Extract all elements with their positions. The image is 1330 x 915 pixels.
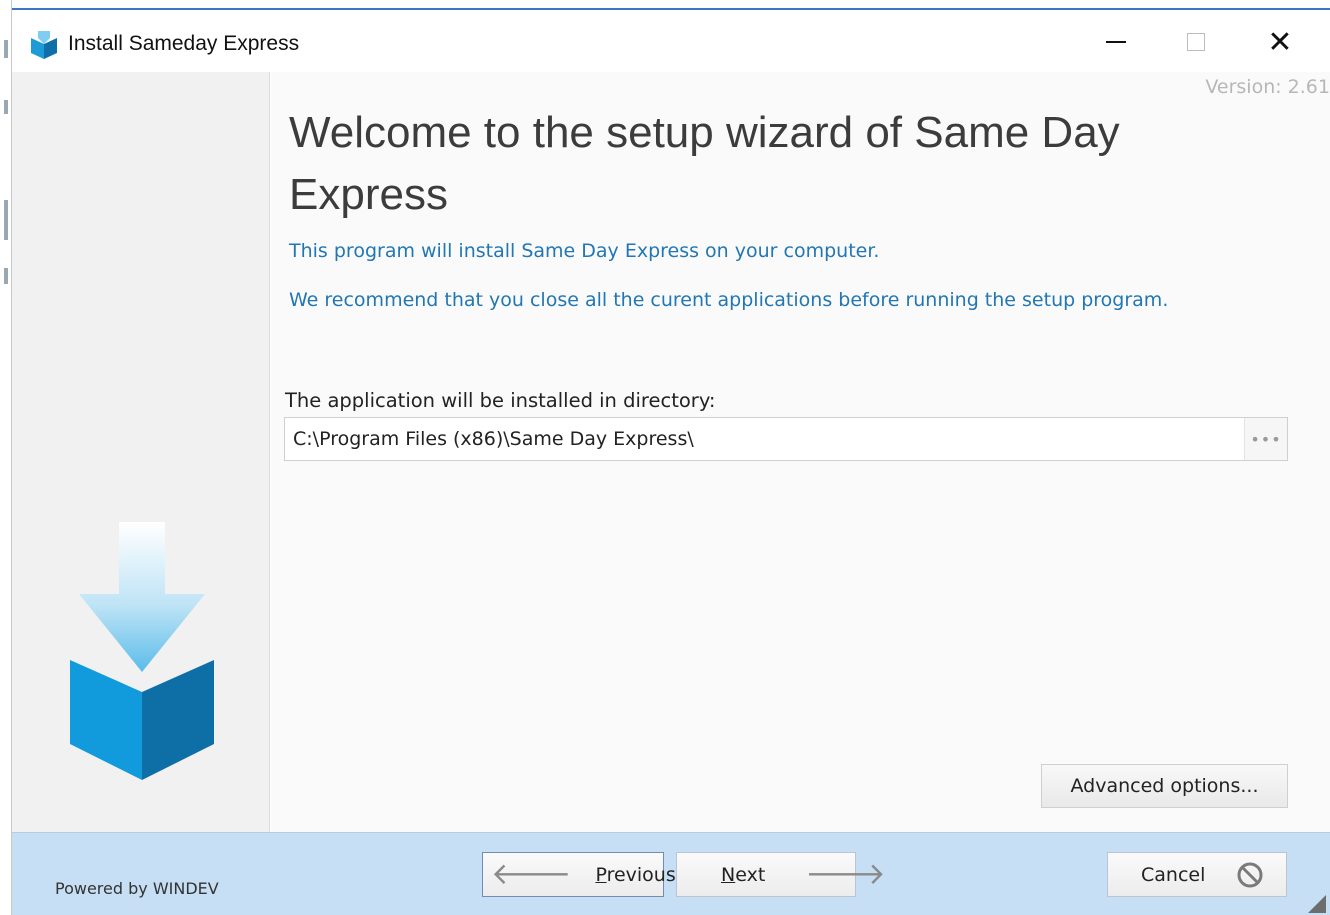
close-button[interactable]: ✕ [1240,20,1320,64]
maximize-icon [1187,33,1205,51]
window-title: Install Sameday Express [68,32,300,55]
advanced-options-button[interactable]: Advanced options... [1041,764,1288,808]
edge-mark [4,200,8,240]
version-label: Version: 2.61 [1205,76,1330,98]
maximize-button[interactable] [1156,20,1236,64]
wizard-footer: Powered by WINDEV 🡐 Previous Next 🡒 Canc… [12,832,1330,915]
wizard-content: Version: 2.61 Welcome to the setup wizar… [271,72,1330,832]
next-button-label: Next [721,863,766,886]
install-box-graphic-icon [70,522,214,780]
wizard-sidebar [12,72,270,832]
minimize-button[interactable] [1076,20,1156,64]
box-download-icon [31,31,57,59]
previous-button[interactable]: 🡐 Previous [482,852,676,897]
close-icon: ✕ [1267,24,1293,60]
background-window-edge [0,0,12,915]
browse-button[interactable]: ••• [1244,418,1287,460]
title-bar[interactable]: Install Sameday Express ✕ [12,10,1330,72]
directory-label: The application will be installed in dir… [285,389,716,412]
powered-by-label: Powered by WINDEV [55,879,219,898]
edge-mark [4,268,8,284]
previous-button-label: Previous [595,863,676,886]
resize-grip-icon[interactable] [1308,895,1326,913]
intro-text: This program will install Same Day Expre… [289,240,880,262]
edge-mark [4,40,8,58]
next-button[interactable]: Next 🡒 [676,852,886,897]
minimize-icon [1106,41,1126,43]
arrow-right-icon: 🡒 [805,856,886,892]
edge-mark [4,100,8,114]
cancel-button[interactable]: Cancel [1107,852,1287,897]
ellipsis-icon: ••• [1250,429,1282,449]
directory-input[interactable] [285,418,1245,460]
directory-field: ••• [284,417,1288,461]
installer-window: Install Sameday Express ✕ Version: 2.61 … [12,8,1330,915]
page-title: Welcome to the setup wizard of Same Day … [289,108,1120,219]
recommendation-text: We recommend that you close all the cure… [289,289,1169,311]
prohibited-icon [1237,862,1263,887]
arrow-left-icon: 🡐 [491,856,572,892]
cancel-button-label: Cancel [1141,863,1206,886]
